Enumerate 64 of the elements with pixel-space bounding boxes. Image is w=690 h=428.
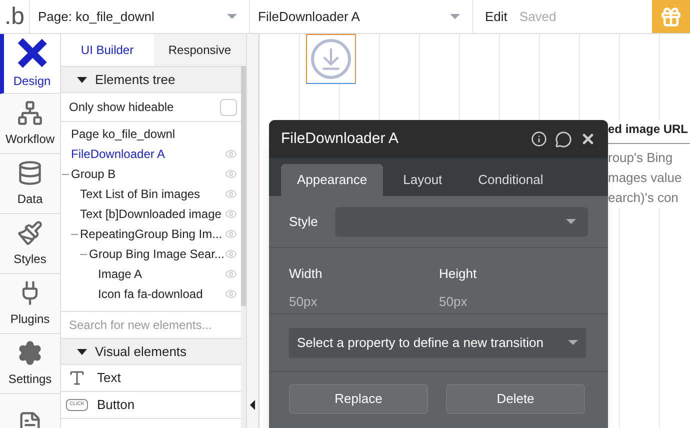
style-dropdown[interactable] xyxy=(335,206,588,236)
element-search-field[interactable]: Search for new elements... xyxy=(61,312,241,339)
paintbrush-icon xyxy=(17,220,43,246)
caret-icon xyxy=(227,14,237,19)
comment-icon[interactable] xyxy=(555,130,572,148)
tree-item[interactable]: RepeatingGroup Bing Im... xyxy=(80,225,222,243)
tree-item[interactable]: Group B xyxy=(71,165,116,183)
section-header[interactable]: Elements tree xyxy=(61,66,241,93)
eye-icon[interactable] xyxy=(225,228,237,240)
save-status: Saved xyxy=(519,8,556,26)
sidebar-tab[interactable]: Plugins xyxy=(0,274,60,334)
action-button[interactable]: Delete xyxy=(446,384,585,414)
tree-item[interactable]: Text List of Bin images xyxy=(80,185,200,203)
page-dropdown[interactable]: Page: ko_file_downl xyxy=(30,0,250,33)
eye-icon[interactable] xyxy=(225,268,237,280)
tree-item[interactable]: Text [b]Downloaded image xyxy=(80,205,222,223)
filter-checkbox[interactable] xyxy=(220,98,237,116)
sidebar-tab[interactable]: Data xyxy=(0,154,60,214)
caret-icon xyxy=(450,14,460,19)
info-icon[interactable] xyxy=(531,131,547,147)
logo[interactable]: .b xyxy=(0,0,30,33)
tree-item[interactable]: Group Bing Image Sear... xyxy=(89,245,224,263)
eye-icon[interactable] xyxy=(225,188,237,200)
element-dropdown[interactable]: FileDownloader A xyxy=(250,0,473,33)
caret-icon xyxy=(566,219,576,224)
canvas-text-line: mages value xyxy=(608,169,683,187)
canvas-text-line: earch)'s con xyxy=(608,189,680,207)
sidebar-tab[interactable]: Styles xyxy=(0,214,60,274)
editor-tab[interactable]: Conditional xyxy=(462,164,560,196)
database-icon xyxy=(17,160,43,186)
field-label: Style xyxy=(289,212,319,231)
gift-button[interactable] xyxy=(652,0,690,33)
window-title: FileDownloader A xyxy=(281,128,399,149)
sidebar-tab[interactable]: Workflow xyxy=(0,94,60,154)
filter-label: Only show hideable xyxy=(69,99,174,116)
selected-element-frame[interactable] xyxy=(306,34,356,84)
eye-icon[interactable] xyxy=(225,208,237,220)
text-icon xyxy=(68,369,86,387)
sidebar-tab[interactable]: Design xyxy=(0,34,60,94)
eye-icon[interactable] xyxy=(225,168,237,180)
eye-icon[interactable] xyxy=(225,248,237,260)
close-icon[interactable] xyxy=(580,131,596,147)
section-header[interactable]: Visual elements xyxy=(61,339,241,365)
canvas-text-line: roup's Bing xyxy=(608,149,674,167)
tree-item[interactable]: FileDownloader A xyxy=(71,145,166,163)
sidebar-tab[interactable]: Settings xyxy=(0,334,60,394)
tree-item[interactable]: Icon fa fa-download xyxy=(98,285,203,303)
eye-icon[interactable] xyxy=(225,148,237,160)
download-icon xyxy=(311,39,351,79)
edit-mode-label[interactable]: Edit xyxy=(485,6,508,26)
field-label: Width xyxy=(289,265,324,283)
action-button[interactable]: Replace xyxy=(289,384,428,414)
scrollbar-thumb[interactable] xyxy=(241,66,246,306)
editor-tab[interactable]: Layout xyxy=(387,164,458,196)
field-label: Height xyxy=(439,265,477,283)
editor-tab[interactable]: Appearance xyxy=(281,164,384,196)
hierarchy-icon xyxy=(17,100,43,126)
transition-dropdown[interactable]: Select a property to define a new transition xyxy=(289,328,586,358)
panel-tab[interactable]: Responsive xyxy=(154,34,246,66)
eye-icon[interactable] xyxy=(225,288,237,300)
caret-icon xyxy=(568,340,578,345)
gift-icon xyxy=(660,6,682,28)
tree-item[interactable]: Image A xyxy=(98,265,142,283)
tree-item[interactable]: Page ko_file_downl xyxy=(71,125,176,143)
